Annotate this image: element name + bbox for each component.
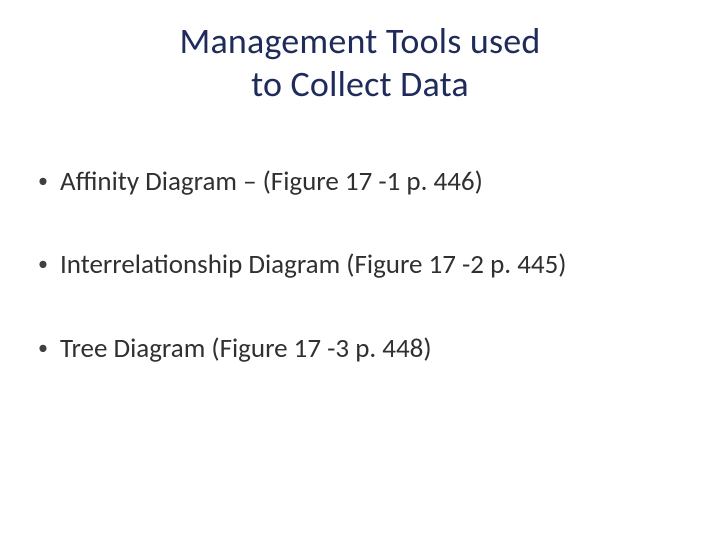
slide-title: Management Tools used to Collect Data xyxy=(0,20,720,106)
list-item-text: Interrelationship Diagram (Figure 17 -2 … xyxy=(60,247,700,282)
slide-content: • Affinity Diagram – (Figure 17 -1 p. 44… xyxy=(0,164,720,365)
bullet-icon: • xyxy=(38,247,48,281)
list-item: • Affinity Diagram – (Figure 17 -1 p. 44… xyxy=(38,164,700,199)
list-item-text: Tree Diagram (Figure 17 -3 p. 448) xyxy=(60,331,700,366)
title-line-2: to Collect Data xyxy=(251,62,469,106)
bullet-icon: • xyxy=(38,331,48,365)
title-line-1: Management Tools used xyxy=(179,19,540,63)
list-item: • Interrelationship Diagram (Figure 17 -… xyxy=(38,247,700,282)
bullet-icon: • xyxy=(38,164,48,198)
list-item: • Tree Diagram (Figure 17 -3 p. 448) xyxy=(38,331,700,366)
list-item-text: Affinity Diagram – (Figure 17 -1 p. 446) xyxy=(60,164,700,199)
